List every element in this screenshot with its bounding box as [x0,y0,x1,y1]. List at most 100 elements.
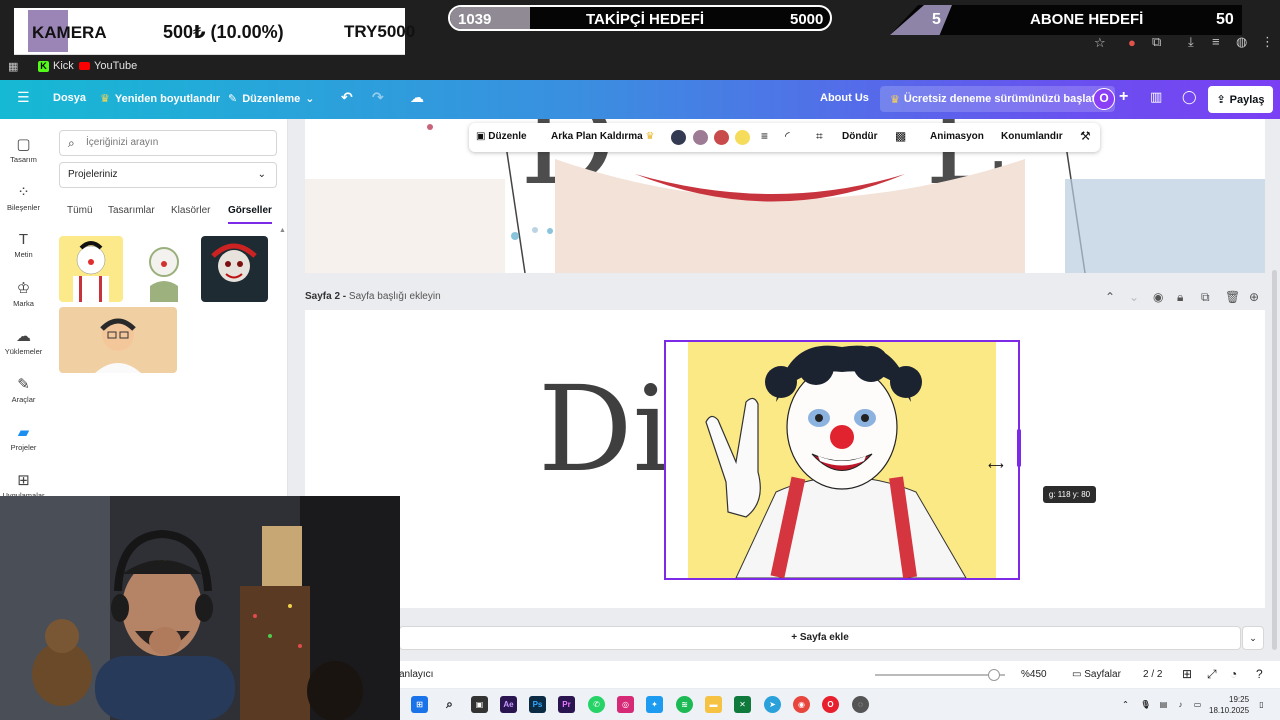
help-icon[interactable]: ? [1256,667,1263,681]
pages-button[interactable]: ▭ Sayfalar [1072,669,1121,680]
chevron-up-icon[interactable]: ⌃ [1105,290,1115,304]
download-icon[interactable]: ⤓ [1188,34,1194,50]
vertical-scrollbar[interactable] [1272,270,1277,650]
chrome-icon[interactable]: ◉ [793,696,810,713]
image-thumbnail[interactable] [59,236,123,302]
sidebar-item-brand[interactable]: ♔ Marka [0,279,47,308]
zoom-slider-handle[interactable] [988,669,1000,681]
media-icon[interactable]: ≡ [1212,34,1220,49]
bookmark-youtube[interactable]: YouTube [79,60,137,72]
tray-chevron-icon[interactable]: ⌃ [1117,696,1134,713]
photoshop-icon[interactable]: Ps [529,696,546,713]
extensions-puzzle-icon[interactable]: ⧉ [1152,34,1161,50]
selected-clown-image[interactable] [664,340,1020,580]
sidebar-item-projects[interactable]: ▰ Projeler [0,423,47,452]
instagram-icon[interactable]: ◎ [617,696,634,713]
color-swatch[interactable] [714,130,729,145]
about-us-link[interactable]: About Us [820,92,869,104]
search-icon[interactable]: ⌕ [441,696,458,713]
system-clock[interactable]: 19:25 18.10.2025 [1209,694,1249,716]
notes-button[interactable]: anlayıcı [399,669,433,680]
resize-handle[interactable] [1017,429,1021,467]
sidebar-item-tools[interactable]: ✎ Araçlar [0,375,47,404]
add-page-icon[interactable]: ⊕ [1249,290,1259,304]
scroll-up-arrow-icon[interactable]: ▲ [279,227,286,234]
image-thumbnail[interactable] [201,236,268,302]
profile-icon[interactable]: ◍ [1236,34,1247,50]
search-input[interactable]: ⌕ İçeriğinizi arayın [59,130,277,156]
hamburger-menu-icon[interactable]: ☰ [17,89,30,106]
microphone-icon[interactable]: 🎙︎ [1137,696,1154,713]
projects-dropdown[interactable]: Projeleriniz ⌄ [59,162,277,188]
premiere-icon[interactable]: Pr [558,696,575,713]
opera-icon[interactable]: O [822,696,839,713]
insights-chart-icon[interactable]: ▥ [1150,89,1162,105]
apps-grid-icon[interactable]: ▦ [8,60,18,73]
image-thumbnail[interactable] [132,236,196,302]
spotify-icon[interactable]: ≋ [676,696,693,713]
redo-icon[interactable]: ↷ [372,89,384,106]
notification-icon[interactable]: ▯ [1253,696,1270,713]
sidebar-item-design[interactable]: ▢ Tasarım [0,135,47,164]
avatar[interactable]: O [1093,88,1115,110]
add-page-button[interactable]: + Sayfa ekle [399,626,1241,650]
animate-button[interactable]: Animasyon [930,131,984,142]
fullscreen-icon[interactable]: ⤢ [1207,667,1217,682]
border-style-icon[interactable]: ≡ [761,129,768,143]
after-effects-icon[interactable]: Ae [500,696,517,713]
volume-icon[interactable]: ♪ [1172,696,1189,713]
color-swatch[interactable] [693,130,708,145]
eye-icon[interactable]: ◉ [1153,290,1163,304]
lock-icon[interactable]: 🔒︎ [1177,290,1183,305]
chevron-down-icon[interactable]: ⌄ [1129,290,1139,304]
check-icon[interactable]: ◔ [1230,667,1237,681]
tab-designs[interactable]: Tasarımlar [108,205,155,216]
xbox-icon[interactable]: ✕ [734,696,751,713]
taskview-icon[interactable]: ▣ [471,696,488,713]
tab-folders[interactable]: Klasörler [171,205,210,216]
start-trial-button[interactable]: ♛ Ücretsiz deneme sürümünüzü başlatın [880,86,1115,112]
windows-start-icon[interactable]: ⊞ [411,696,428,713]
duplicate-icon[interactable]: ⧉ [1201,290,1210,305]
zoom-slider[interactable] [875,674,1005,676]
crop-icon[interactable]: ⌗ [816,129,823,144]
bg-remove-button[interactable]: Arka Plan Kaldırma ♛ [551,131,654,142]
network-icon[interactable]: ▤ [1155,696,1172,713]
color-swatch[interactable] [735,130,750,145]
whatsapp-icon[interactable]: ✆ [588,696,605,713]
position-button[interactable]: Konumlandır [1001,131,1063,142]
image-thumbnail[interactable] [59,307,177,373]
transparency-icon[interactable]: ▩ [895,129,906,143]
sidebar-item-uploads[interactable]: ☁ Yüklemeler [0,327,47,356]
bookmark-kick[interactable]: K Kick [38,60,74,72]
bookmark-star-icon[interactable]: ☆ [1094,35,1106,51]
folder-icon[interactable]: ▬ [705,696,722,713]
undo-icon[interactable]: ↶ [341,89,353,106]
app-icon[interactable]: ◌ [852,696,869,713]
add-page-options-chevron-icon[interactable]: ⌄ [1242,626,1264,650]
sidebar-item-elements[interactable]: ⁘ Bileşenler [0,183,47,212]
editing-mode-dropdown[interactable]: ✎ Düzenleme ⌄ [228,92,315,106]
add-collaborator-icon[interactable]: + [1119,88,1128,106]
cloud-save-icon[interactable]: ☁ [410,89,424,106]
color-swatch[interactable] [671,130,686,145]
extension-icon[interactable]: ● [1128,35,1136,50]
grid-view-icon[interactable]: ⊞ [1182,667,1192,681]
zoom-level[interactable]: %450 [1021,669,1047,680]
sidebar-item-text[interactable]: T Metin [0,231,47,259]
page-2-title[interactable]: Sayfa 2 - Sayfa başlığı ekleyin [305,291,441,302]
share-button[interactable]: ⇪ Paylaş [1208,86,1273,113]
paint-format-icon[interactable]: ⚒ [1080,129,1091,143]
battery-icon[interactable]: ▭ [1189,696,1206,713]
resize-button[interactable]: ♛ Yeniden boyutlandır [100,92,220,106]
telegram-icon[interactable]: ➤ [764,696,781,713]
tab-images[interactable]: Görseller [228,205,272,224]
comment-icon[interactable]: ◯ [1182,89,1197,105]
corner-rounding-icon[interactable]: ◜ [785,129,790,143]
twitter-icon[interactable]: ✦ [646,696,663,713]
edit-image-button[interactable]: ▣ Düzenle [476,131,527,142]
trash-icon[interactable]: 🗑︎ [1225,290,1240,304]
file-menu[interactable]: Dosya [53,92,86,104]
rotate-button[interactable]: Döndür [842,131,878,142]
menu-dots-icon[interactable]: ⋮ [1261,34,1274,50]
